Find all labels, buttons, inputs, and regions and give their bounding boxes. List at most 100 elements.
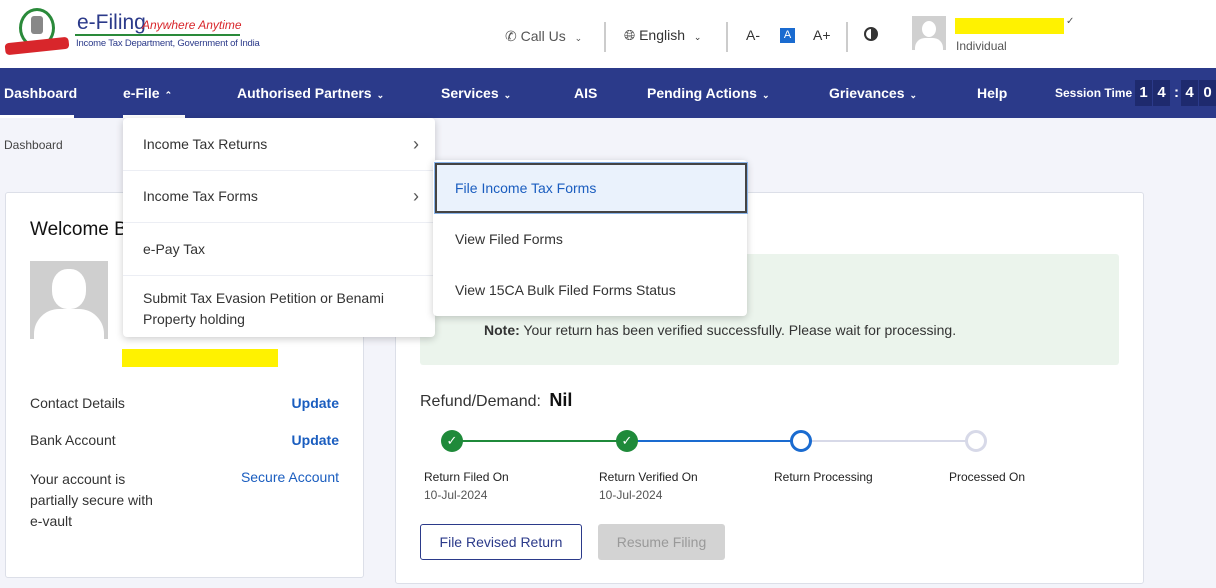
income-tax-forms-submenu: File Income Tax Forms View Filed Forms V… bbox=[433, 160, 747, 316]
nav-help[interactable]: Help bbox=[977, 85, 1007, 101]
submenu-item-view-15ca-bulk[interactable]: View 15CA Bulk Filed Forms Status bbox=[433, 282, 747, 298]
nav-label: Services bbox=[441, 85, 499, 101]
menu-item-income-tax-returns[interactable]: Income Tax Returns › bbox=[123, 134, 435, 154]
language-label: English bbox=[639, 27, 686, 43]
active-indicator bbox=[0, 115, 74, 118]
nav-label: Grievances bbox=[829, 85, 905, 101]
submenu-item-label: View Filed Forms bbox=[455, 231, 563, 247]
update-contact-link[interactable]: Update bbox=[292, 395, 339, 411]
step-label: Return Filed On bbox=[424, 470, 509, 484]
call-us-dropdown[interactable]: ✆ Call Us ⌄ bbox=[505, 28, 582, 45]
secure-account-link[interactable]: Secure Account bbox=[241, 469, 339, 485]
nav-efile[interactable]: e-File ⌃ bbox=[123, 85, 172, 101]
progress-line-2 bbox=[627, 440, 802, 442]
session-colon: : bbox=[1174, 84, 1179, 101]
session-digit: 1 bbox=[1135, 80, 1152, 106]
font-increase-button[interactable]: A+ bbox=[813, 27, 831, 43]
menu-item-label: Submit Tax Evasion Petition or Benami bbox=[143, 290, 384, 306]
step-date: 10-Jul-2024 bbox=[424, 488, 488, 502]
user-name-redacted bbox=[955, 18, 1064, 34]
file-revised-return-button[interactable]: File Revised Return bbox=[420, 524, 582, 560]
bank-account-label: Bank Account bbox=[30, 432, 116, 448]
session-digit: 0 bbox=[1199, 80, 1216, 106]
chevron-down-icon: ⌄ bbox=[693, 32, 702, 42]
submenu-item-file-income-tax-forms[interactable]: File Income Tax Forms bbox=[435, 163, 747, 213]
chevron-down-icon: ⌄ bbox=[761, 90, 770, 100]
resume-filing-button[interactable]: Resume Filing bbox=[598, 524, 725, 560]
logo-subtitle: Income Tax Department, Government of Ind… bbox=[76, 38, 260, 49]
security-text: Your account is partially secure with e-… bbox=[30, 469, 153, 532]
nav-label: Help bbox=[977, 85, 1008, 101]
nav-grievances[interactable]: Grievances ⌄ bbox=[829, 85, 917, 101]
divider bbox=[726, 22, 728, 52]
phone-icon: ✆ bbox=[505, 28, 517, 44]
nav-label: Pending Actions bbox=[647, 85, 757, 101]
breadcrumb[interactable]: Dashboard bbox=[4, 138, 63, 152]
menu-item-label: e-Pay Tax bbox=[143, 241, 205, 257]
main-nav: Dashboard e-File ⌃ Authorised Partners ⌄ S… bbox=[0, 68, 1216, 118]
refund-label: Refund/Demand: bbox=[420, 393, 541, 410]
chevron-down-icon: ⌄ bbox=[503, 90, 512, 100]
divider bbox=[604, 22, 606, 52]
status-note: Note: Your return has been verified succ… bbox=[484, 322, 956, 338]
logo-tagline: Anywhere Anytime bbox=[142, 18, 242, 32]
chevron-down-icon: ⌄ bbox=[376, 90, 385, 100]
submenu-item-label: View 15CA Bulk Filed Forms Status bbox=[455, 282, 676, 298]
step-done-check-icon: ✓ bbox=[441, 430, 463, 452]
user-avatar[interactable] bbox=[912, 16, 946, 50]
contrast-toggle-icon[interactable] bbox=[864, 27, 878, 41]
refund-value: Nil bbox=[549, 390, 573, 410]
divider bbox=[846, 22, 848, 52]
step-label: Return Verified On bbox=[599, 470, 698, 484]
logo-divider bbox=[75, 34, 240, 36]
language-dropdown[interactable]: 🌐︎ English ⌄ bbox=[624, 27, 701, 44]
globe-icon: 🌐︎ bbox=[624, 27, 636, 43]
nav-pending-actions[interactable]: Pending Actions ⌄ bbox=[647, 85, 769, 101]
profile-avatar bbox=[30, 261, 108, 339]
font-decrease-button[interactable]: A- bbox=[746, 27, 760, 43]
security-line: Your account is bbox=[30, 471, 126, 487]
progress-line-1 bbox=[452, 440, 627, 442]
submenu-item-label: File Income Tax Forms bbox=[455, 180, 597, 196]
security-line: partially secure with bbox=[30, 492, 153, 508]
progress-line-3 bbox=[802, 440, 977, 442]
step-date: 10-Jul-2024 bbox=[599, 488, 663, 502]
profile-details-redacted bbox=[122, 349, 278, 367]
session-digit: 4 bbox=[1153, 80, 1170, 106]
chevron-right-icon: › bbox=[413, 134, 419, 154]
chevron-right-icon: › bbox=[413, 186, 419, 206]
welcome-heading: Welcome B bbox=[30, 219, 127, 240]
step-pending-circle-icon bbox=[965, 430, 987, 452]
nav-ais[interactable]: AIS bbox=[574, 85, 597, 101]
nav-authorised-partners[interactable]: Authorised Partners ⌄ bbox=[237, 85, 384, 101]
nav-label: e-File bbox=[123, 85, 160, 101]
emblem-logo[interactable] bbox=[4, 8, 70, 56]
session-time-label: Session Time bbox=[1055, 86, 1133, 100]
menu-item-label: Income Tax Returns bbox=[143, 136, 268, 152]
step-label: Return Processing bbox=[774, 470, 873, 484]
update-bank-link[interactable]: Update bbox=[292, 432, 339, 448]
nav-label: AIS bbox=[574, 85, 598, 101]
nav-label: Authorised Partners bbox=[237, 85, 372, 101]
efile-dropdown-menu: Income Tax Returns › Income Tax Forms › e-… bbox=[123, 118, 435, 337]
call-us-label: Call Us bbox=[520, 28, 566, 44]
note-label: Note: bbox=[484, 322, 520, 338]
step-done-check-icon: ✓ bbox=[616, 430, 638, 452]
menu-item-epay-tax[interactable]: e-Pay Tax bbox=[123, 241, 435, 257]
menu-item-label: Property holding bbox=[143, 311, 245, 327]
chevron-down-icon[interactable]: ✓ bbox=[1066, 16, 1074, 27]
chevron-down-icon: ⌄ bbox=[574, 33, 583, 43]
refund-demand: Refund/Demand: Nil bbox=[420, 390, 572, 411]
font-default-button[interactable]: A bbox=[780, 28, 795, 43]
chevron-up-icon: ⌃ bbox=[164, 90, 173, 100]
chevron-down-icon: ⌄ bbox=[909, 90, 918, 100]
session-digit: 4 bbox=[1181, 80, 1198, 106]
submenu-item-view-filed-forms[interactable]: View Filed Forms bbox=[433, 231, 747, 247]
nav-services[interactable]: Services ⌄ bbox=[441, 85, 511, 101]
nav-label: Dashboard bbox=[4, 85, 78, 101]
contact-details-label: Contact Details bbox=[30, 395, 125, 411]
logo-title: e-Filing bbox=[77, 11, 146, 34]
nav-dashboard[interactable]: Dashboard bbox=[4, 85, 77, 101]
menu-item-income-tax-forms[interactable]: Income Tax Forms › bbox=[123, 186, 435, 206]
menu-item-tax-evasion-petition[interactable]: Submit Tax Evasion Petition or Benami Pr… bbox=[123, 288, 435, 330]
